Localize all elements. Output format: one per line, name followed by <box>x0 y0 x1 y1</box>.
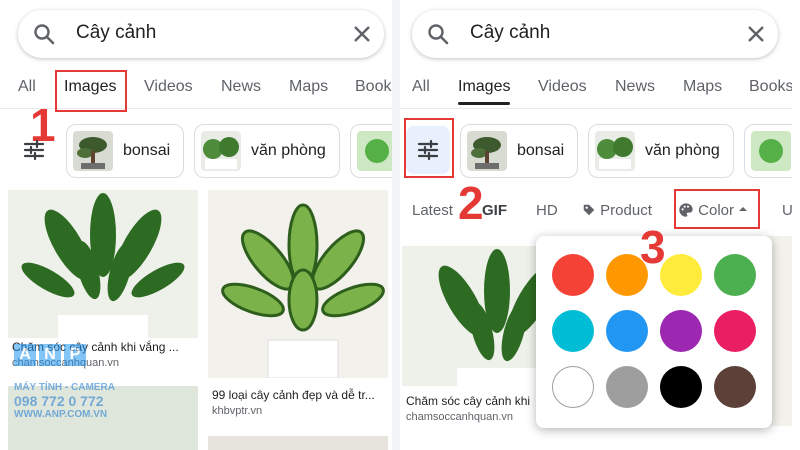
tab-books[interactable]: Books <box>355 78 392 96</box>
color-swatch[interactable] <box>552 254 594 296</box>
chip-label: bonsai <box>123 142 171 159</box>
color-swatch[interactable] <box>552 310 594 352</box>
tab-news[interactable]: News <box>615 78 655 96</box>
result-caption-2[interactable]: 99 loại cây cảnh đẹp và dễ tr... <box>212 388 388 402</box>
search-bar[interactable]: Cây cảnh <box>18 10 384 58</box>
filter-color[interactable]: Color <box>678 202 748 219</box>
tab-all[interactable]: All <box>412 78 430 96</box>
tab-books[interactable]: Books <box>749 78 792 96</box>
tag-icon <box>583 204 595 216</box>
color-swatch[interactable] <box>714 254 756 296</box>
search-icon[interactable] <box>32 22 56 46</box>
result-image-4[interactable] <box>208 436 388 450</box>
anp-watermark: ANP MÁY TÍNH - CAMERA 098 772 0 772 WWW.… <box>14 344 144 444</box>
tab-images[interactable]: Images <box>64 78 116 96</box>
chip-more[interactable] <box>350 124 392 178</box>
tune-icon <box>23 139 45 161</box>
tools-button[interactable] <box>12 126 56 174</box>
watermark-line: MÁY TÍNH - CAMERA <box>14 382 115 393</box>
filter-gif[interactable]: GIF <box>482 202 507 219</box>
filter-product[interactable]: Product <box>582 202 652 219</box>
search-tabs: All Images Videos News Maps Books <box>400 68 792 108</box>
chip-bonsai[interactable]: bonsai <box>460 124 578 178</box>
palette-icon <box>679 203 693 217</box>
right-screen: Cây cảnh All Images Videos News Maps Boo… <box>400 0 792 450</box>
tab-videos[interactable]: Videos <box>538 78 587 96</box>
search-query[interactable]: Cây cảnh <box>470 22 550 44</box>
chip-bonsai-thumbnail <box>467 131 507 171</box>
watermark-line: WWW.ANP.COM.VN <box>14 409 108 420</box>
search-icon[interactable] <box>426 22 450 46</box>
color-swatch[interactable] <box>606 310 648 352</box>
tab-all[interactable]: All <box>18 78 36 96</box>
result-source-1: chamsoccanhquan.vn <box>406 411 514 423</box>
tab-news[interactable]: News <box>221 78 261 96</box>
left-screen: Cây cảnh All Images Videos News Maps Boo… <box>0 0 392 450</box>
search-bar[interactable]: Cây cảnh <box>412 10 778 58</box>
watermark-letter: N <box>39 344 61 366</box>
step-3-label: 3 <box>640 221 666 273</box>
watermark-letter: P <box>64 344 86 366</box>
color-swatch[interactable] <box>660 254 702 296</box>
result-image-1[interactable] <box>8 190 198 338</box>
filter-hd[interactable]: HD <box>536 202 558 219</box>
filter-row: Latest GIF HD Product Color Us <box>400 190 792 234</box>
chip-van-phong[interactable]: văn phòng <box>588 124 734 178</box>
chip-bonsai-thumbnail <box>73 131 113 171</box>
plant-image <box>8 190 198 338</box>
filter-usage[interactable]: Us <box>782 202 792 219</box>
tabs-divider <box>0 108 392 109</box>
search-tabs: All Images Videos News Maps Books <box>0 68 392 108</box>
close-icon[interactable] <box>350 22 374 46</box>
chip-label: văn phòng <box>251 142 326 159</box>
chip-more-thumbnail <box>357 131 392 171</box>
watermark-line: 098 772 0 772 <box>14 393 104 409</box>
close-icon[interactable] <box>744 22 768 46</box>
color-swatch[interactable] <box>606 366 648 408</box>
tab-maps[interactable]: Maps <box>289 78 328 96</box>
color-swatch[interactable] <box>714 310 756 352</box>
tab-videos[interactable]: Videos <box>144 78 193 96</box>
caret-up-icon <box>739 207 748 211</box>
filter-product-label: Product <box>600 202 652 219</box>
chip-van-phong[interactable]: văn phòng <box>194 124 340 178</box>
color-swatch[interactable] <box>660 310 702 352</box>
color-swatch[interactable] <box>660 366 702 408</box>
tools-button[interactable] <box>406 126 450 174</box>
chip-label: bonsai <box>517 142 565 159</box>
tab-maps[interactable]: Maps <box>683 78 722 96</box>
color-swatch[interactable] <box>714 366 756 408</box>
watermark-letter: A <box>14 344 36 366</box>
tabs-divider <box>400 108 792 109</box>
panel-divider <box>392 0 400 450</box>
tab-images[interactable]: Images <box>458 78 510 96</box>
result-image-2[interactable] <box>208 190 388 378</box>
result-source-2: khbvptr.vn <box>212 405 263 417</box>
filter-color-label: Color <box>698 202 735 219</box>
plant-image <box>208 190 388 378</box>
active-tab-indicator <box>458 102 510 105</box>
chip-bonsai[interactable]: bonsai <box>66 124 184 178</box>
result-caption-1[interactable]: Chăm sóc cây cảnh khi ... <box>406 394 534 408</box>
chip-van-phong-thumbnail <box>595 131 635 171</box>
color-swatch[interactable] <box>552 366 594 408</box>
chip-label: văn phòng <box>645 142 720 159</box>
chip-van-phong-thumbnail <box>201 131 241 171</box>
tune-icon <box>417 139 439 161</box>
chip-more-thumbnail <box>751 131 791 171</box>
chip-more[interactable] <box>744 124 792 178</box>
filter-latest[interactable]: Latest <box>412 202 453 219</box>
search-query[interactable]: Cây cảnh <box>76 22 156 44</box>
